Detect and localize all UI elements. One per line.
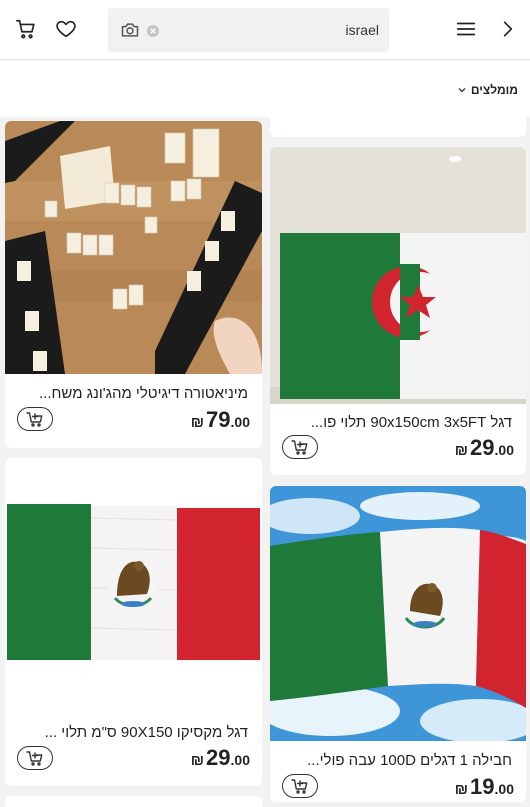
product-price: ₪ 19 .00 <box>455 774 514 800</box>
chevron-down-icon <box>458 88 466 93</box>
price-currency: ₪ <box>454 442 469 459</box>
product-card[interactable]: דגל מקסיקו 90X150 ס"מ תלוי ... ₪ 29 .00 <box>5 458 262 786</box>
add-to-cart-button[interactable] <box>17 407 53 431</box>
product-card[interactable]: חבילה 1 דגלים 100D עבה פולי... ₪ 19 .00 <box>270 486 526 802</box>
add-to-cart-icon <box>26 412 43 427</box>
search-input[interactable] <box>179 20 379 40</box>
price-decimal: .00 <box>230 414 250 430</box>
product-title[interactable]: חבילה 1 דגלים 100D עבה פולי... <box>307 752 512 769</box>
price-currency: ₪ <box>454 781 469 798</box>
product-image[interactable] <box>5 121 262 374</box>
product-card[interactable]: מיניאטורה דיגיטלי מהג'ונג משח... ₪ 79 .0… <box>5 121 262 448</box>
product-price: ₪ 29 .00 <box>191 745 250 771</box>
product-card-partial[interactable] <box>270 117 526 137</box>
price-integer: 19 <box>470 774 495 799</box>
heart-icon[interactable] <box>52 14 80 44</box>
price-decimal: .00 <box>230 752 250 768</box>
price-currency: ₪ <box>190 414 205 431</box>
price-integer: 29 <box>470 435 495 460</box>
product-image[interactable] <box>5 458 262 713</box>
price-integer: 79 <box>206 407 231 432</box>
product-title[interactable]: דגל 90x150cm 3x5FT תלוי פו... <box>311 414 512 431</box>
chevron-right-icon[interactable] <box>494 14 522 44</box>
product-title[interactable]: מיניאטורה דיגיטלי מהג'ונג משח... <box>39 385 248 402</box>
price-decimal: .00 <box>494 442 514 458</box>
product-title[interactable]: דגל מקסיקו 90X150 ס"מ תלוי ... <box>45 724 248 741</box>
add-to-cart-button[interactable] <box>17 746 53 770</box>
price-currency: ₪ <box>190 752 205 769</box>
add-to-cart-icon <box>291 440 308 455</box>
camera-icon[interactable] <box>120 20 140 45</box>
product-card-partial[interactable] <box>5 796 262 807</box>
clear-icon[interactable] <box>147 24 159 42</box>
top-bar <box>0 0 530 60</box>
sort-bar: מומלצים <box>0 61 530 117</box>
cart-icon[interactable] <box>12 14 40 44</box>
add-to-cart-button[interactable] <box>282 435 318 459</box>
product-price: ₪ 79 .00 <box>191 407 250 433</box>
price-decimal: .00 <box>494 781 514 797</box>
sort-label: מומלצים <box>470 83 518 97</box>
add-to-cart-icon <box>26 751 43 766</box>
price-integer: 29 <box>206 745 231 770</box>
menu-icon[interactable] <box>452 14 480 44</box>
product-image[interactable] <box>270 147 526 404</box>
search-box[interactable] <box>108 8 389 52</box>
product-price: ₪ 29 .00 <box>455 435 514 461</box>
product-image[interactable] <box>270 486 526 741</box>
add-to-cart-icon <box>291 779 308 794</box>
product-card[interactable]: דגל 90x150cm 3x5FT תלוי פו... ₪ 29 .00 <box>270 147 526 475</box>
sort-dropdown[interactable]: מומלצים <box>457 83 518 97</box>
add-to-cart-button[interactable] <box>282 774 318 798</box>
